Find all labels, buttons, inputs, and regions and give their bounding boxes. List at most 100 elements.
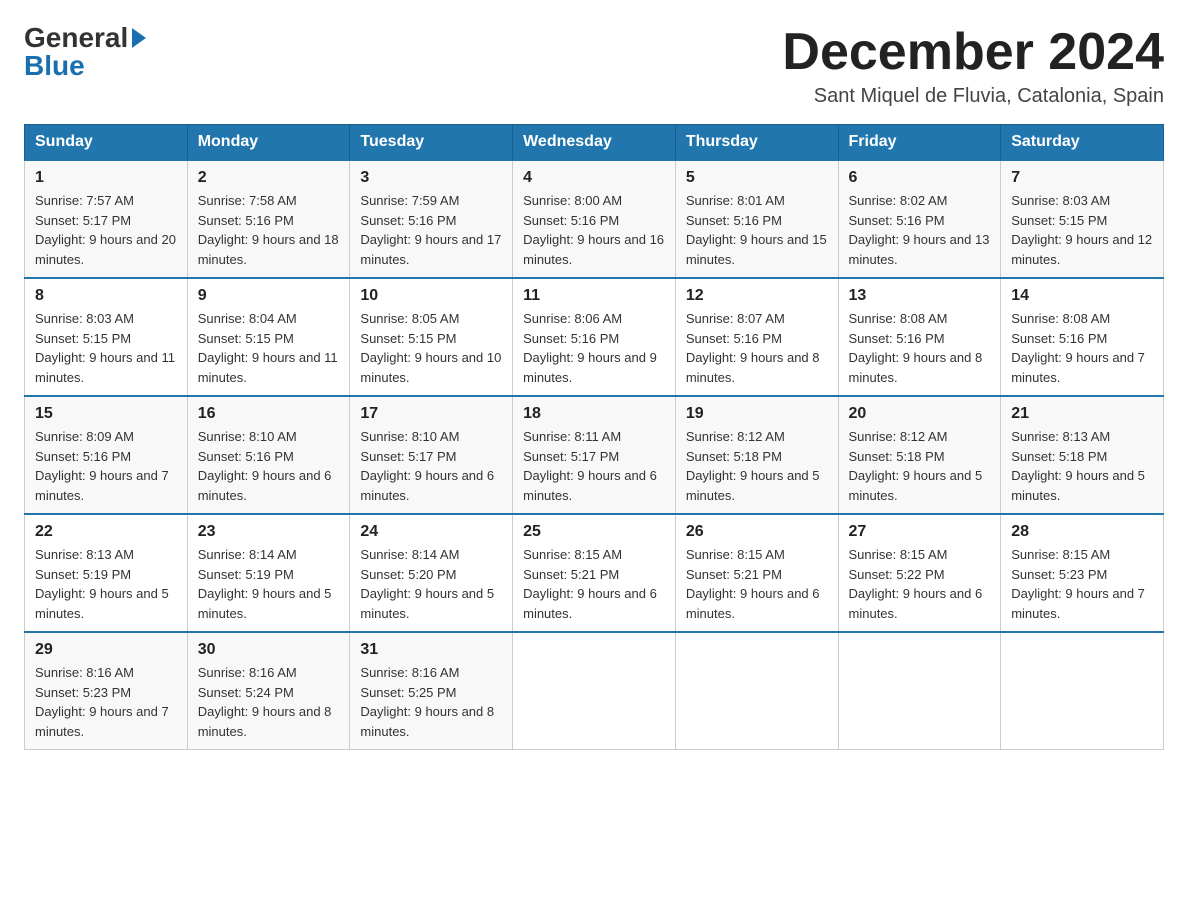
table-row: 1 Sunrise: 7:57 AM Sunset: 5:17 PM Dayli… [25,160,188,278]
day-info: Sunrise: 8:10 AM Sunset: 5:16 PM Dayligh… [198,427,340,505]
day-number: 13 [849,287,991,305]
day-info: Sunrise: 8:09 AM Sunset: 5:16 PM Dayligh… [35,427,177,505]
col-thursday: Thursday [675,125,838,161]
day-number: 14 [1011,287,1153,305]
table-row: 29 Sunrise: 8:16 AM Sunset: 5:23 PM Dayl… [25,632,188,750]
day-number: 7 [1011,169,1153,187]
day-number: 11 [523,287,665,305]
day-info: Sunrise: 8:04 AM Sunset: 5:15 PM Dayligh… [198,309,340,387]
table-row: 21 Sunrise: 8:13 AM Sunset: 5:18 PM Dayl… [1001,396,1164,514]
calendar-table: Sunday Monday Tuesday Wednesday Thursday… [24,124,1164,750]
day-number: 3 [360,169,502,187]
table-row: 8 Sunrise: 8:03 AM Sunset: 5:15 PM Dayli… [25,278,188,396]
table-row: 26 Sunrise: 8:15 AM Sunset: 5:21 PM Dayl… [675,514,838,632]
table-row: 3 Sunrise: 7:59 AM Sunset: 5:16 PM Dayli… [350,160,513,278]
day-info: Sunrise: 8:13 AM Sunset: 5:18 PM Dayligh… [1011,427,1153,505]
col-sunday: Sunday [25,125,188,161]
day-info: Sunrise: 7:59 AM Sunset: 5:16 PM Dayligh… [360,191,502,269]
day-info: Sunrise: 7:58 AM Sunset: 5:16 PM Dayligh… [198,191,340,269]
table-row [1001,632,1164,750]
day-number: 28 [1011,523,1153,541]
table-row: 16 Sunrise: 8:10 AM Sunset: 5:16 PM Dayl… [187,396,350,514]
title-block: December 2024 Sant Miquel de Fluvia, Cat… [782,24,1164,108]
day-info: Sunrise: 8:13 AM Sunset: 5:19 PM Dayligh… [35,545,177,623]
location-text: Sant Miquel de Fluvia, Catalonia, Spain [782,85,1164,108]
day-number: 8 [35,287,177,305]
day-number: 4 [523,169,665,187]
col-wednesday: Wednesday [513,125,676,161]
day-number: 2 [198,169,340,187]
day-number: 25 [523,523,665,541]
day-number: 27 [849,523,991,541]
page-header: General Blue December 2024 Sant Miquel d… [24,24,1164,108]
table-row: 20 Sunrise: 8:12 AM Sunset: 5:18 PM Dayl… [838,396,1001,514]
table-row: 27 Sunrise: 8:15 AM Sunset: 5:22 PM Dayl… [838,514,1001,632]
day-info: Sunrise: 8:10 AM Sunset: 5:17 PM Dayligh… [360,427,502,505]
day-info: Sunrise: 8:14 AM Sunset: 5:20 PM Dayligh… [360,545,502,623]
calendar-week-row: 29 Sunrise: 8:16 AM Sunset: 5:23 PM Dayl… [25,632,1164,750]
table-row: 23 Sunrise: 8:14 AM Sunset: 5:19 PM Dayl… [187,514,350,632]
calendar-week-row: 8 Sunrise: 8:03 AM Sunset: 5:15 PM Dayli… [25,278,1164,396]
day-number: 24 [360,523,502,541]
day-number: 31 [360,641,502,659]
logo-general-text: General [24,24,128,52]
day-info: Sunrise: 8:07 AM Sunset: 5:16 PM Dayligh… [686,309,828,387]
table-row: 24 Sunrise: 8:14 AM Sunset: 5:20 PM Dayl… [350,514,513,632]
col-friday: Friday [838,125,1001,161]
calendar-header-row: Sunday Monday Tuesday Wednesday Thursday… [25,125,1164,161]
day-info: Sunrise: 8:01 AM Sunset: 5:16 PM Dayligh… [686,191,828,269]
day-info: Sunrise: 8:14 AM Sunset: 5:19 PM Dayligh… [198,545,340,623]
table-row: 6 Sunrise: 8:02 AM Sunset: 5:16 PM Dayli… [838,160,1001,278]
logo-triangle-icon [132,28,146,48]
day-number: 26 [686,523,828,541]
day-info: Sunrise: 8:11 AM Sunset: 5:17 PM Dayligh… [523,427,665,505]
day-info: Sunrise: 8:03 AM Sunset: 5:15 PM Dayligh… [35,309,177,387]
table-row: 14 Sunrise: 8:08 AM Sunset: 5:16 PM Dayl… [1001,278,1164,396]
day-number: 23 [198,523,340,541]
day-number: 10 [360,287,502,305]
day-info: Sunrise: 8:00 AM Sunset: 5:16 PM Dayligh… [523,191,665,269]
day-number: 17 [360,405,502,423]
calendar-week-row: 22 Sunrise: 8:13 AM Sunset: 5:19 PM Dayl… [25,514,1164,632]
table-row: 12 Sunrise: 8:07 AM Sunset: 5:16 PM Dayl… [675,278,838,396]
table-row: 19 Sunrise: 8:12 AM Sunset: 5:18 PM Dayl… [675,396,838,514]
table-row: 28 Sunrise: 8:15 AM Sunset: 5:23 PM Dayl… [1001,514,1164,632]
day-info: Sunrise: 8:12 AM Sunset: 5:18 PM Dayligh… [686,427,828,505]
day-number: 30 [198,641,340,659]
table-row [838,632,1001,750]
day-number: 16 [198,405,340,423]
table-row: 17 Sunrise: 8:10 AM Sunset: 5:17 PM Dayl… [350,396,513,514]
day-number: 15 [35,405,177,423]
day-number: 20 [849,405,991,423]
table-row: 4 Sunrise: 8:00 AM Sunset: 5:16 PM Dayli… [513,160,676,278]
day-info: Sunrise: 8:02 AM Sunset: 5:16 PM Dayligh… [849,191,991,269]
day-info: Sunrise: 8:15 AM Sunset: 5:21 PM Dayligh… [686,545,828,623]
day-info: Sunrise: 8:08 AM Sunset: 5:16 PM Dayligh… [849,309,991,387]
day-info: Sunrise: 8:03 AM Sunset: 5:15 PM Dayligh… [1011,191,1153,269]
col-monday: Monday [187,125,350,161]
month-title: December 2024 [782,24,1164,81]
table-row: 5 Sunrise: 8:01 AM Sunset: 5:16 PM Dayli… [675,160,838,278]
day-info: Sunrise: 8:12 AM Sunset: 5:18 PM Dayligh… [849,427,991,505]
table-row: 30 Sunrise: 8:16 AM Sunset: 5:24 PM Dayl… [187,632,350,750]
day-number: 21 [1011,405,1153,423]
logo: General Blue [24,24,148,80]
col-saturday: Saturday [1001,125,1164,161]
day-info: Sunrise: 8:16 AM Sunset: 5:25 PM Dayligh… [360,663,502,741]
day-info: Sunrise: 8:15 AM Sunset: 5:21 PM Dayligh… [523,545,665,623]
day-info: Sunrise: 8:08 AM Sunset: 5:16 PM Dayligh… [1011,309,1153,387]
day-info: Sunrise: 8:06 AM Sunset: 5:16 PM Dayligh… [523,309,665,387]
table-row: 10 Sunrise: 8:05 AM Sunset: 5:15 PM Dayl… [350,278,513,396]
table-row: 7 Sunrise: 8:03 AM Sunset: 5:15 PM Dayli… [1001,160,1164,278]
day-number: 1 [35,169,177,187]
table-row: 11 Sunrise: 8:06 AM Sunset: 5:16 PM Dayl… [513,278,676,396]
calendar-week-row: 15 Sunrise: 8:09 AM Sunset: 5:16 PM Dayl… [25,396,1164,514]
day-info: Sunrise: 8:16 AM Sunset: 5:24 PM Dayligh… [198,663,340,741]
day-info: Sunrise: 8:15 AM Sunset: 5:23 PM Dayligh… [1011,545,1153,623]
table-row [513,632,676,750]
table-row: 31 Sunrise: 8:16 AM Sunset: 5:25 PM Dayl… [350,632,513,750]
logo-blue-text: Blue [24,52,85,80]
table-row: 22 Sunrise: 8:13 AM Sunset: 5:19 PM Dayl… [25,514,188,632]
calendar-week-row: 1 Sunrise: 7:57 AM Sunset: 5:17 PM Dayli… [25,160,1164,278]
day-number: 22 [35,523,177,541]
